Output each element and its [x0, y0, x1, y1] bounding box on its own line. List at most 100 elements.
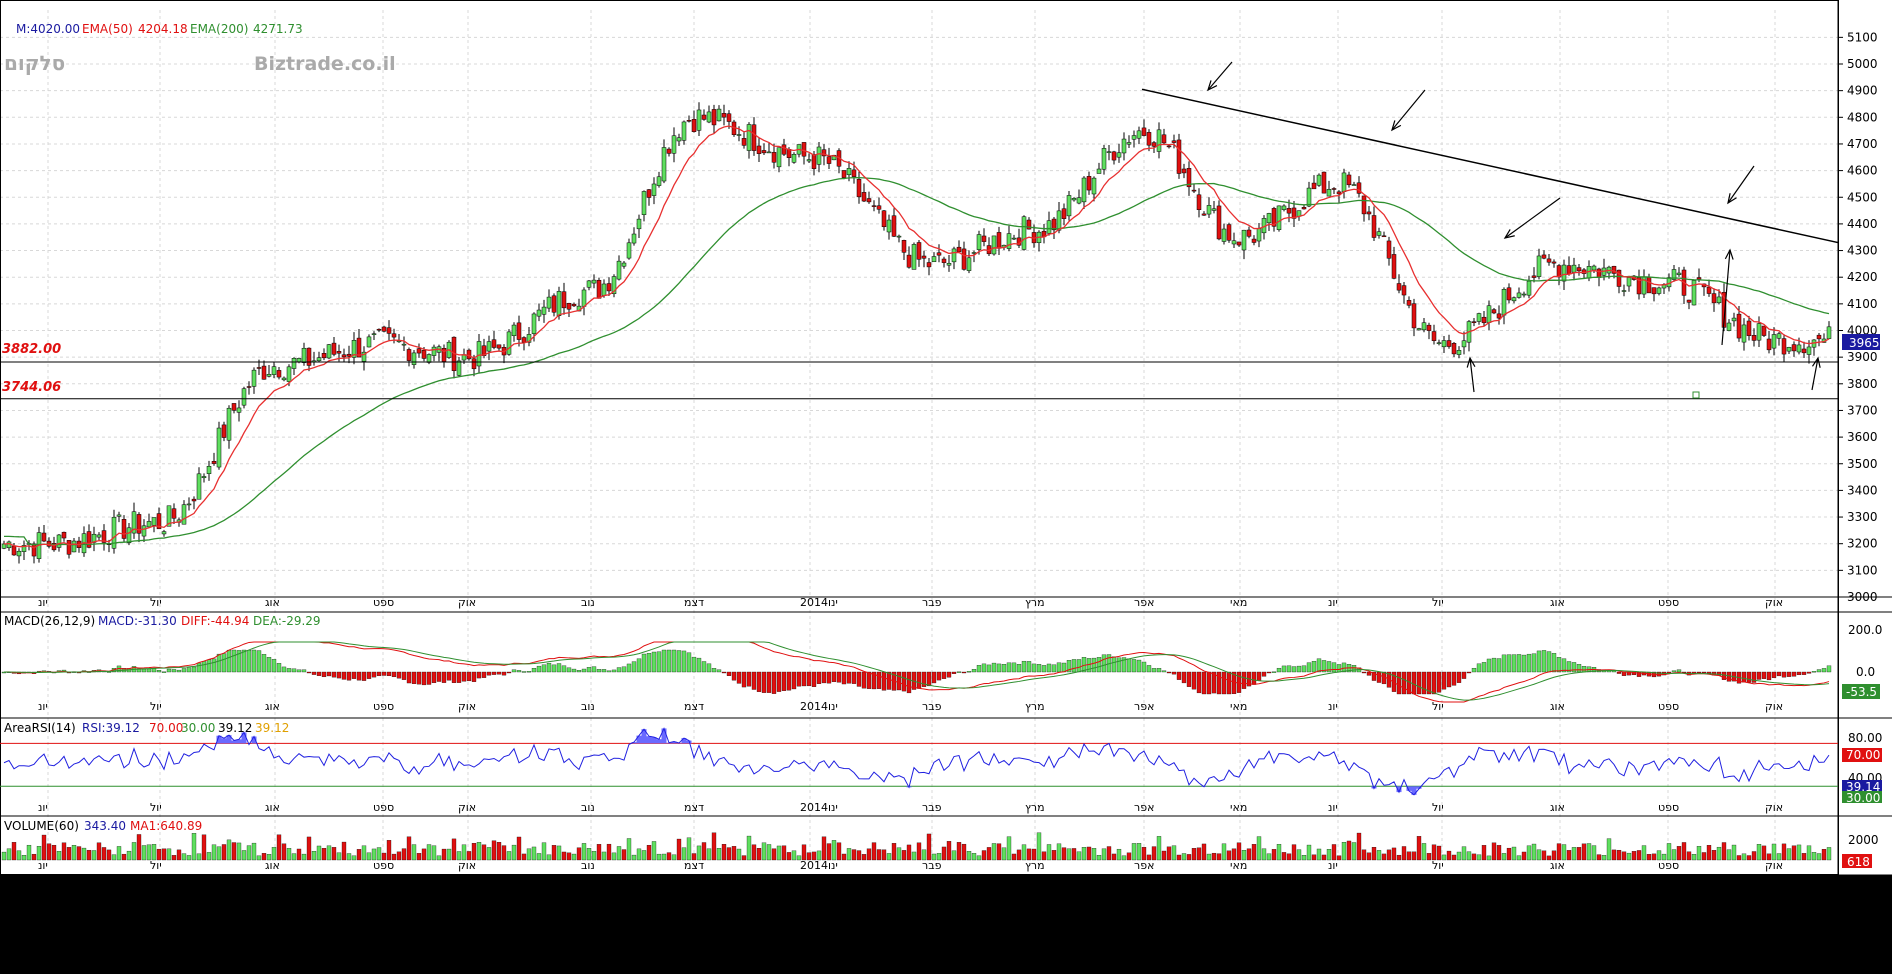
candle [487, 342, 491, 352]
month-label: פבר [922, 859, 942, 872]
volume-bar [397, 852, 401, 860]
candle [467, 350, 471, 359]
macd-bar [1197, 672, 1201, 693]
volume-bar [1492, 843, 1496, 860]
volume-bar [192, 833, 196, 860]
macd-bar [1787, 672, 1791, 677]
candle [1127, 142, 1131, 144]
candle [867, 199, 871, 202]
candle [642, 191, 646, 214]
macd-bar [1702, 672, 1706, 673]
volume-bar [1777, 854, 1781, 860]
candle [412, 353, 416, 365]
volume-bar [627, 838, 631, 860]
macd-bar [522, 671, 526, 672]
candle [1122, 139, 1126, 153]
macd-bar [387, 672, 391, 676]
volume-bar [142, 845, 146, 860]
candle [717, 109, 721, 121]
macd-bar [682, 651, 686, 672]
macd-bar [372, 672, 376, 677]
month-label: נוב [581, 596, 595, 609]
volume-bar [1372, 847, 1376, 860]
candle [1062, 209, 1066, 219]
macd-bar [402, 672, 406, 680]
candle [982, 236, 986, 242]
macd-bar [1507, 655, 1511, 672]
price-tick: 4300 [1847, 244, 1878, 258]
volume-bar [222, 844, 226, 860]
month-label: יול [150, 596, 162, 609]
macd-bar [617, 668, 621, 672]
candle [1147, 132, 1151, 145]
price-tick: 3000 [1847, 590, 1878, 604]
volume-bar [1652, 854, 1656, 860]
candle [1352, 185, 1356, 186]
macd-bar [357, 672, 361, 680]
macd-bar [1537, 651, 1541, 672]
macd-bar [577, 670, 581, 672]
macd-bar [217, 654, 221, 672]
macd-bar [227, 650, 231, 672]
candle [1417, 329, 1421, 330]
macd-bar [887, 672, 891, 689]
volume-bar [1042, 852, 1046, 860]
candle [1107, 152, 1111, 153]
candle [1367, 212, 1371, 214]
volume-bar [177, 850, 181, 860]
macd-bar [732, 672, 736, 680]
macd-bar [952, 672, 956, 674]
volume-bar [1097, 855, 1101, 860]
macd-bar [322, 672, 326, 677]
candle [682, 122, 686, 140]
candle [1082, 178, 1086, 202]
macd-bar [967, 671, 971, 672]
volume-bar [1187, 854, 1191, 860]
macd-bar [1017, 664, 1021, 672]
volume-bar [902, 850, 906, 860]
macd-dea: DEA:-29.29 [253, 614, 321, 628]
macd-bar [347, 672, 351, 680]
candle [307, 348, 311, 365]
candle [1727, 323, 1731, 331]
month-label: אוק [1765, 700, 1783, 713]
candle [282, 378, 286, 380]
macd-bar [1257, 672, 1261, 681]
macd-bar [902, 672, 906, 691]
month-label: יונ [38, 801, 48, 814]
candle [892, 216, 896, 237]
volume-bar [1302, 855, 1306, 860]
month-label: יונ [1328, 801, 1338, 814]
rsi-val: 39.12 [218, 721, 252, 735]
macd-bar [1012, 663, 1016, 672]
rsi-label: AreaRSI(14) [4, 721, 76, 735]
candle [902, 240, 906, 252]
candle [707, 112, 711, 122]
candle [767, 152, 771, 153]
watermark: Biztrade.co.il [254, 53, 396, 75]
volume-bar [1212, 853, 1216, 860]
macd-bar [1417, 672, 1421, 694]
volume-bar [827, 844, 831, 860]
volume-bar [1392, 848, 1396, 860]
macd-bar [842, 672, 846, 684]
macd-bar [257, 651, 261, 672]
anchor-handle[interactable] [1693, 392, 1699, 398]
macd-bar [367, 672, 371, 679]
macd-bar [492, 672, 496, 675]
macd-bar [1252, 672, 1256, 685]
macd-bar [1827, 666, 1831, 672]
macd-bar [612, 670, 616, 672]
volume-bar [1412, 852, 1416, 860]
volume-bar [1557, 844, 1561, 860]
macd-bar [1517, 654, 1521, 672]
candle [817, 147, 821, 164]
month-label: יול [1432, 859, 1444, 872]
month-label: דצמ [684, 596, 704, 609]
macd-bar [317, 672, 321, 676]
volume-bar [122, 854, 126, 860]
volume-bar [202, 835, 206, 860]
volume-bar [157, 849, 161, 860]
candle [872, 206, 876, 207]
volume-bar [562, 852, 566, 860]
